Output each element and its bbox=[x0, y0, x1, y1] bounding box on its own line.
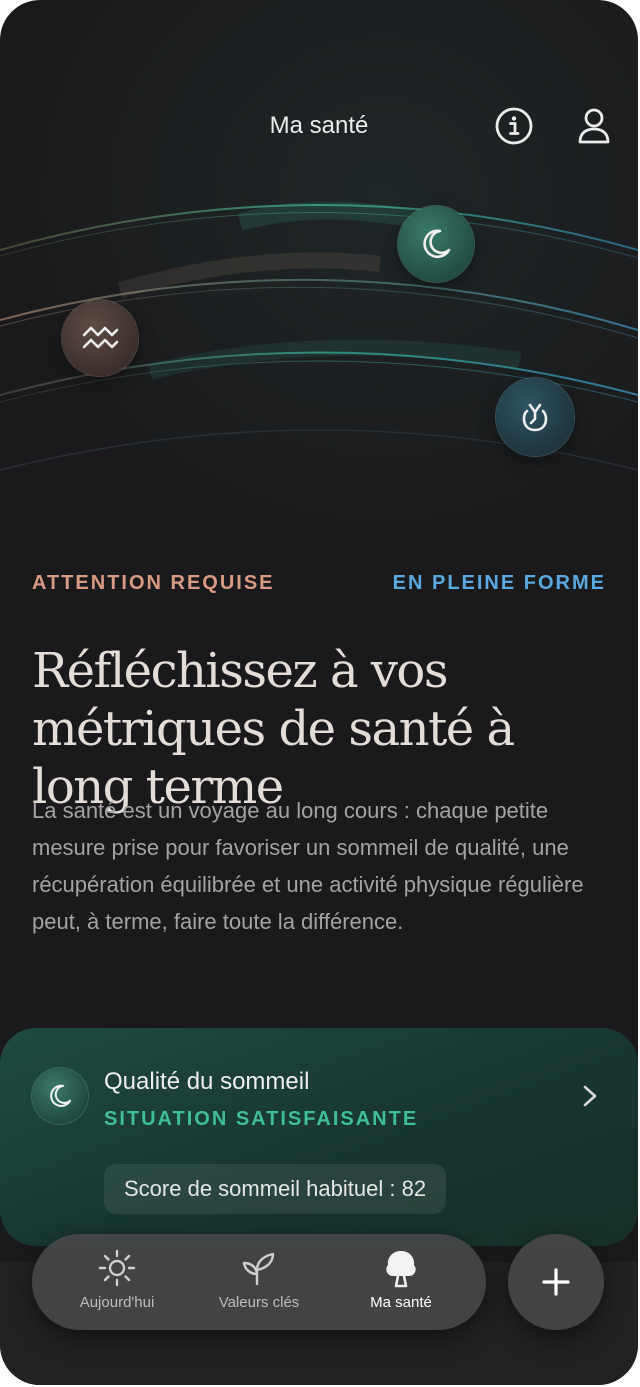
page-title: Ma santé bbox=[269, 112, 369, 139]
sleep-badge[interactable] bbox=[398, 206, 474, 282]
recovery-badge[interactable] bbox=[62, 300, 138, 376]
info-icon bbox=[495, 107, 533, 145]
card-title: Qualité du sommeil bbox=[104, 1068, 310, 1095]
phone-screen: Ma santé ATTENTION REQUISE EN PLEINE FOR… bbox=[0, 0, 638, 1385]
info-button[interactable] bbox=[492, 104, 536, 148]
chevron-right-icon[interactable] bbox=[576, 1080, 604, 1112]
nav-label-my-health: Ma santé bbox=[370, 1294, 432, 1311]
add-button[interactable] bbox=[508, 1234, 604, 1330]
bottom-nav: Aujourd'hui Valeurs clés Ma santé bbox=[32, 1234, 486, 1330]
tree-icon bbox=[386, 1251, 416, 1288]
attention-label: ATTENTION REQUISE bbox=[32, 572, 275, 594]
profile-button[interactable] bbox=[572, 104, 616, 148]
wave-icon bbox=[82, 326, 119, 349]
nav-item-my-health[interactable]: Ma santé bbox=[326, 1248, 476, 1311]
sleep-score-pill: Score de sommeil habituel : 82 bbox=[104, 1164, 447, 1214]
nav-label-today: Aujourd'hui bbox=[79, 1294, 155, 1311]
nav-label-key-values: Valeurs clés bbox=[218, 1294, 300, 1311]
sun-icon bbox=[98, 1249, 136, 1287]
nav-item-today[interactable]: Aujourd'hui bbox=[42, 1248, 192, 1311]
plus-icon bbox=[542, 1268, 570, 1296]
user-icon bbox=[578, 108, 610, 144]
activity-icon bbox=[522, 403, 548, 432]
card-sleep-badge bbox=[32, 1068, 88, 1124]
activity-badge[interactable] bbox=[496, 378, 574, 456]
nav-item-key-values[interactable]: Valeurs clés bbox=[184, 1248, 334, 1311]
headline: Réfléchissez à vos métriques de santé à … bbox=[32, 643, 515, 815]
moon-icon bbox=[423, 229, 451, 259]
sprout-icon bbox=[242, 1252, 275, 1285]
fit-label: EN PLEINE FORME bbox=[392, 572, 606, 594]
card-status: SITUATION SATISFAISANTE bbox=[104, 1108, 419, 1130]
sleep-quality-card[interactable]: Qualité du sommeil SITUATION SATISFAISAN… bbox=[0, 1028, 638, 1246]
moon-icon bbox=[50, 1084, 72, 1107]
body-text: La santé est un voyage au long cours : c… bbox=[32, 798, 584, 934]
